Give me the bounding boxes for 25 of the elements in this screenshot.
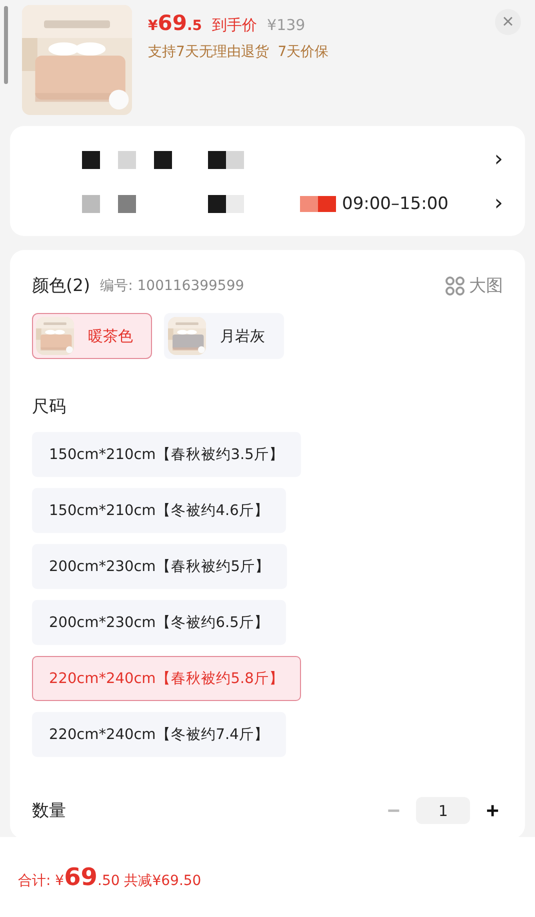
size-option[interactable]: 150cm*210cm【春秋被约3.5斤】: [32, 432, 301, 477]
large-image-button[interactable]: 大图: [445, 274, 503, 297]
increase-button[interactable]: +: [482, 798, 503, 824]
delivery-time: 09:00–15:00: [342, 194, 448, 214]
color-option[interactable]: 月岩灰: [164, 313, 284, 359]
redaction-drawing: [300, 196, 336, 212]
chevron-icon[interactable]: ›: [494, 192, 503, 216]
chevron-icon[interactable]: ›: [494, 148, 503, 172]
size-option[interactable]: 200cm*230cm【春秋被约5斤】: [32, 544, 288, 589]
size-option[interactable]: 220cm*240cm【冬被约7.4斤】: [32, 712, 286, 757]
price-label: 到手价: [212, 16, 258, 35]
product-code: 编号: 100116399599: [100, 276, 244, 294]
section-title: 颜色(2): [32, 275, 90, 297]
quantity-field[interactable]: 1: [416, 797, 470, 824]
price: ¥69.5: [148, 11, 202, 35]
section-title: 尺码: [32, 396, 67, 418]
size-option[interactable]: 220cm*240cm【春秋被约5.8斤】: [32, 656, 301, 701]
quantity-label: 数量: [32, 800, 66, 822]
color-option[interactable]: 暖茶色: [32, 313, 152, 359]
size-option[interactable]: 150cm*210cm【冬被约4.6斤】: [32, 488, 286, 533]
total-price: 合计: ¥69.50 共减¥69.50: [18, 863, 202, 891]
grid-icon: [445, 276, 465, 296]
original-price: ¥139: [267, 16, 306, 34]
size-option[interactable]: 200cm*230cm【冬被约6.5斤】: [32, 600, 286, 645]
service-promise: 支持7天无理由退货 7天价保: [148, 43, 330, 61]
